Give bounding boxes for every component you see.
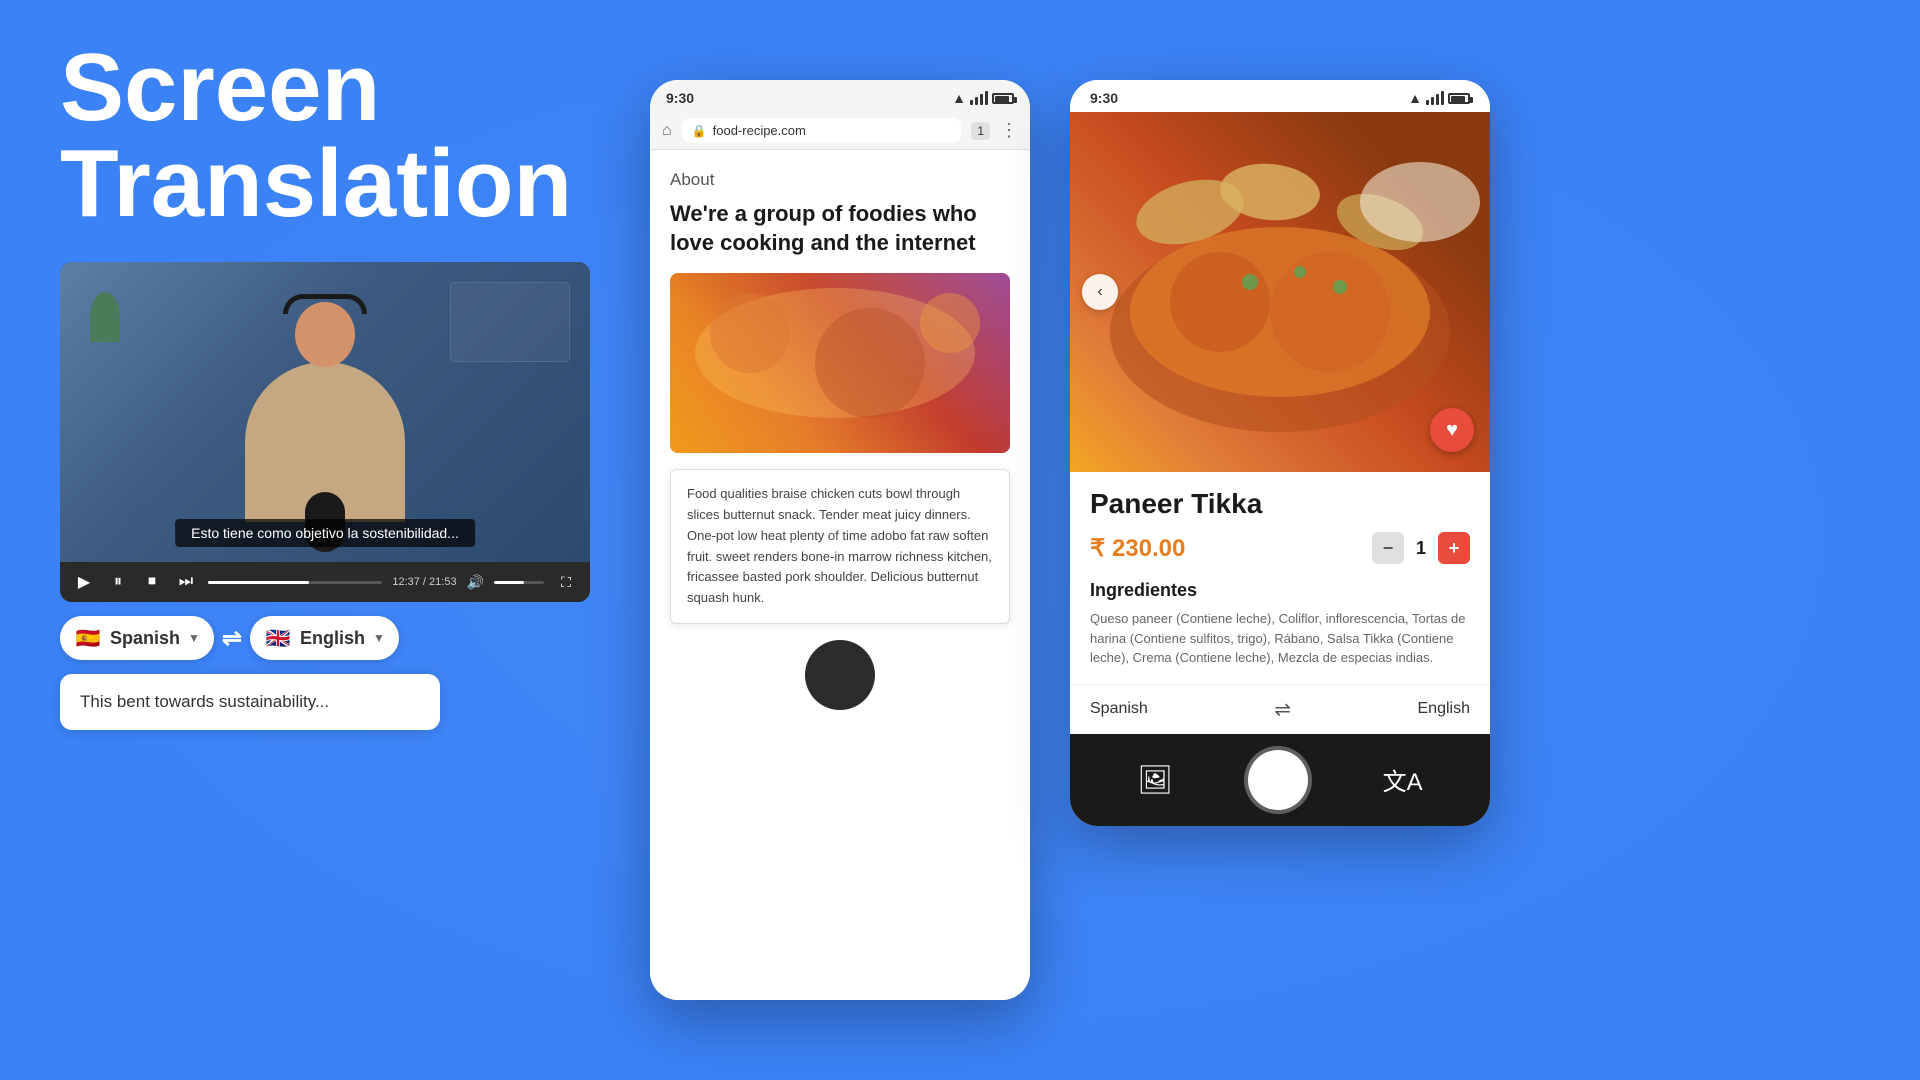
recipe-app-panel: 9:30 ▲: [1070, 80, 1490, 826]
translation-result-box: This bent towards sustainability...: [60, 674, 440, 730]
food-description-box: Food qualities braise chicken cuts bowl …: [670, 469, 1010, 624]
browser-menu-button[interactable]: ⋮: [1000, 120, 1018, 141]
dish-title: Paneer Tikka: [1090, 488, 1470, 520]
wifi-icon: ▲: [952, 90, 966, 106]
target-flag: 🇬🇧: [264, 624, 292, 652]
heart-icon: ♥: [1446, 419, 1458, 442]
url-text: food-recipe.com: [713, 123, 806, 138]
plus-icon: +: [1449, 538, 1460, 559]
swap-languages-icon[interactable]: ⇌: [222, 624, 242, 653]
app-camera-bar: 🖼 文A: [1070, 734, 1490, 826]
quantity-control: − 1 +: [1372, 532, 1470, 564]
pause-button[interactable]: ⏸: [106, 570, 130, 594]
app-status-time: 9:30: [1090, 90, 1118, 106]
food-recipe-image: [670, 273, 1010, 453]
quantity-display: 1: [1416, 538, 1426, 559]
person-body: [245, 362, 405, 522]
volume-fill: [494, 581, 524, 584]
browser-status-bar: 9:30 ▲: [650, 80, 1030, 112]
app-swap-icon[interactable]: ⇌: [1274, 697, 1291, 722]
signal-bars: [970, 91, 988, 105]
language-selector-row: 🇪🇸 Spanish ▼ ⇌ 🇬🇧 English ▼: [60, 616, 620, 660]
fullscreen-button[interactable]: ⛶: [554, 570, 578, 594]
price-row: ₹ 230.00 − 1 +: [1090, 532, 1470, 564]
ingredients-section: Ingredientes Queso paneer (Contiene lech…: [1090, 580, 1470, 668]
app-status-bar: 9:30 ▲: [1070, 80, 1490, 112]
time-display: 12:37 / 21:53: [392, 576, 456, 588]
video-subtitle: Esto tiene como objetivo la sostenibilid…: [175, 519, 475, 547]
about-label: About: [670, 170, 1010, 190]
about-headline: We're a group of foodies who love cookin…: [670, 200, 1010, 257]
stop-button[interactable]: ⏹: [140, 570, 164, 594]
browser-panel: 9:30 ▲ ⌂ 🔒: [650, 80, 1030, 1000]
video-thumbnail: Esto tiene como objetivo la sostenibilid…: [60, 262, 590, 562]
dish-hero-image: ‹ ♥: [1070, 112, 1490, 472]
source-flag: 🇪🇸: [74, 624, 102, 652]
source-language-dropdown[interactable]: 🇪🇸 Spanish ▼: [60, 616, 214, 660]
gallery-button[interactable]: 🖼: [1137, 763, 1173, 796]
bowl-image: [805, 640, 875, 710]
page-title: Screen Translation: [60, 40, 620, 232]
app-signal-bars: [1426, 91, 1444, 105]
minus-icon: −: [1383, 538, 1394, 559]
target-language-label: English: [300, 628, 365, 649]
next-button[interactable]: ⏭: [174, 570, 198, 594]
food-description-text: Food qualities braise chicken cuts bowl …: [687, 486, 992, 605]
source-language-label: Spanish: [110, 628, 180, 649]
app-content: Paneer Tikka ₹ 230.00 − 1 +: [1070, 472, 1490, 684]
app-battery-icon: [1448, 93, 1470, 104]
quantity-decrease-button[interactable]: −: [1372, 532, 1404, 564]
video-controls: ▶ ⏸ ⏹ ⏭ 12:37 / 21:53 🔊 ⛶: [60, 562, 590, 602]
image-nav-left-button[interactable]: ‹: [1082, 274, 1118, 310]
arrow-left-icon: ‹: [1097, 283, 1102, 301]
app-source-language-label: Spanish: [1090, 700, 1148, 718]
translate-mode-button[interactable]: 文A: [1383, 762, 1423, 797]
tab-count: 1: [971, 122, 990, 140]
play-button[interactable]: ▶: [72, 570, 96, 594]
progress-fill: [208, 581, 309, 584]
dish-price: ₹ 230.00: [1090, 534, 1185, 563]
volume-bar[interactable]: [494, 581, 544, 584]
phone-app: 9:30 ▲: [1070, 80, 1490, 826]
progress-bar[interactable]: [208, 581, 382, 584]
target-chevron-icon: ▼: [373, 631, 385, 645]
battery-icon: [992, 93, 1014, 104]
app-wifi-icon: ▲: [1408, 90, 1422, 106]
target-language-dropdown[interactable]: 🇬🇧 English ▼: [250, 616, 399, 660]
volume-icon: 🔊: [467, 574, 484, 591]
left-panel: Screen Translation: [60, 40, 620, 730]
phone-browser: 9:30 ▲ ⌂ 🔒: [650, 80, 1030, 1000]
person-head: [295, 302, 355, 367]
source-chevron-icon: ▼: [188, 631, 200, 645]
app-status-icons: ▲: [1408, 90, 1470, 106]
translation-text: This bent towards sustainability...: [80, 692, 329, 711]
lock-icon: 🔒: [692, 124, 707, 138]
browser-address-bar: ⌂ 🔒 food-recipe.com 1 ⋮: [650, 112, 1030, 150]
ingredients-text: Queso paneer (Contiene leche), Coliflor,…: [1090, 609, 1470, 668]
favorite-button[interactable]: ♥: [1430, 408, 1474, 452]
app-bottom-translation-bar: Spanish ⇌ English: [1070, 684, 1490, 734]
home-icon[interactable]: ⌂: [662, 122, 672, 140]
video-player: Esto tiene como objetivo la sostenibilid…: [60, 262, 590, 602]
quantity-increase-button[interactable]: +: [1438, 532, 1470, 564]
ingredients-title: Ingredientes: [1090, 580, 1470, 601]
camera-shutter-button[interactable]: [1248, 750, 1308, 810]
browser-status-icons: ▲: [952, 90, 1014, 106]
browser-content: About We're a group of foodies who love …: [650, 150, 1030, 1000]
browser-status-time: 9:30: [666, 90, 694, 106]
app-target-language-label: English: [1418, 700, 1470, 718]
address-field[interactable]: 🔒 food-recipe.com: [682, 118, 962, 143]
title-area: Screen Translation: [60, 40, 620, 232]
person-headphones: [283, 294, 367, 314]
